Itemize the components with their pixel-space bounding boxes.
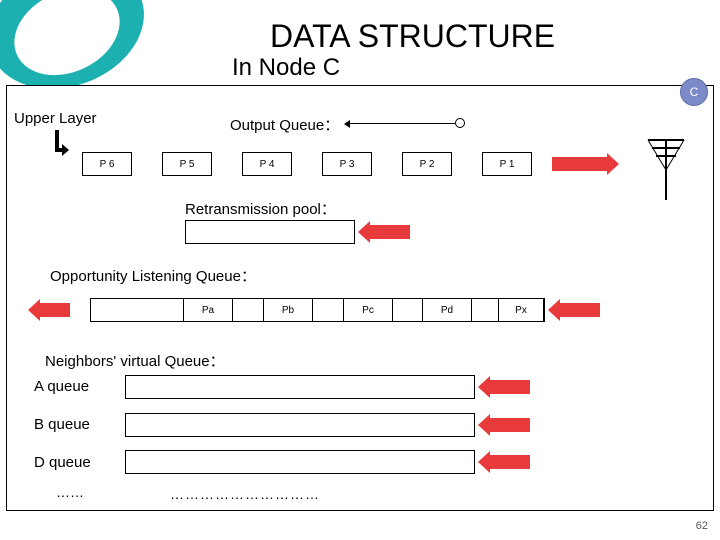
d-queue-slot: [125, 450, 475, 474]
retransmission-pool-label: Retransmission pool：: [185, 198, 336, 219]
d-queue-label: D queue: [34, 454, 91, 471]
output-cell-0: P 6: [82, 152, 132, 176]
page-title: DATA STRUCTURE: [270, 18, 555, 55]
opp-cell-0: Pa: [183, 298, 233, 322]
output-cell-3: P 3: [322, 152, 372, 176]
page-subtitle: In Node C: [232, 54, 340, 82]
output-label-pointer: [350, 123, 455, 124]
opp-queue-slot: [90, 298, 545, 322]
elbow-from-upper: [55, 130, 69, 160]
b-queue-slot: [125, 413, 475, 437]
b-queue-in-arrow: [490, 418, 530, 432]
d-queue-in-arrow: [490, 455, 530, 469]
output-queue-label: Output Queue：: [230, 114, 339, 135]
output-cell-1: P 5: [162, 152, 212, 176]
opp-cell-2: Pc: [343, 298, 393, 322]
output-exit-arrow: [552, 157, 607, 171]
a-queue-label: A queue: [34, 378, 89, 395]
neighbors-virtual-label: Neighbors' virtual Queue：: [45, 350, 225, 371]
output-cell-4: P 2: [402, 152, 452, 176]
a-queue-slot: [125, 375, 475, 399]
output-cell-5: P 1: [482, 152, 532, 176]
output-pointer-circle: [455, 118, 465, 128]
page-number: 62: [696, 520, 708, 532]
retransmission-slot: [185, 220, 355, 244]
opp-cell-1: Pb: [263, 298, 313, 322]
a-queue-in-arrow: [490, 380, 530, 394]
opp-cell-3: Pd: [422, 298, 472, 322]
dots-label: …………………………: [170, 486, 320, 502]
antenna-icon: [646, 130, 686, 200]
opp-cell-4: Px: [498, 298, 544, 322]
opp-left-arrow: [40, 303, 70, 317]
output-cell-2: P 4: [242, 152, 292, 176]
upper-layer-label: Upper Layer: [14, 110, 97, 127]
b-queue-label: B queue: [34, 416, 90, 433]
opp-in-arrow: [560, 303, 600, 317]
node-c-badge: C: [680, 78, 708, 106]
ellipsis-label: ……: [56, 484, 84, 500]
opportunity-listening-label: Opportunity Listening Queue：: [50, 265, 256, 286]
retransmission-in-arrow: [370, 225, 410, 239]
